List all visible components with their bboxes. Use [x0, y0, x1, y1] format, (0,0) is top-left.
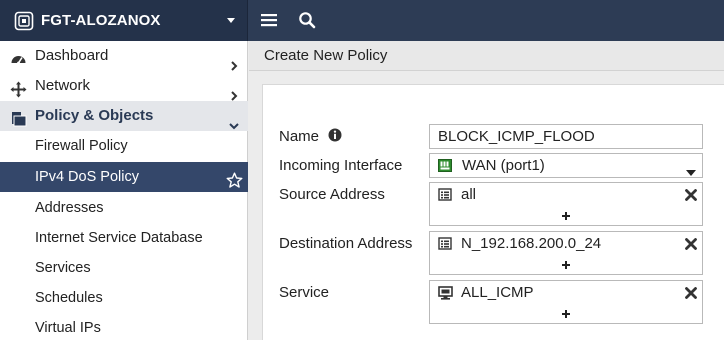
source-address-label: Source Address — [279, 186, 385, 203]
content-header: Create New Policy — [249, 41, 724, 71]
hamburger-menu-icon[interactable] — [261, 12, 277, 28]
address-object-icon — [438, 188, 453, 202]
sidebar-subitem-addresses[interactable]: Addresses — [0, 193, 248, 223]
destination-address-value: N_192.168.200.0_24 — [461, 235, 602, 252]
sidebar-subitem-firewall-policy[interactable]: Firewall Policy — [0, 131, 248, 161]
remove-icon[interactable] — [685, 286, 697, 299]
search-icon[interactable] — [298, 11, 316, 29]
info-icon[interactable] — [328, 128, 342, 142]
sidebar-subitem-schedules[interactable]: Schedules — [0, 283, 248, 313]
sidebar-item-label: Schedules — [35, 290, 103, 306]
incoming-interface-select[interactable]: WAN (port1) — [429, 153, 703, 178]
sidebar-item-label: IPv4 DoS Policy — [35, 169, 139, 185]
remove-icon[interactable] — [685, 237, 697, 250]
sidebar-subitem-services[interactable]: Services — [0, 253, 248, 283]
sidebar-item-label: Virtual IPs — [35, 320, 101, 336]
sidebar-subitem-ipv4-dos-policy[interactable]: IPv4 DoS Policy — [0, 162, 248, 192]
star-outline-icon[interactable] — [226, 169, 243, 188]
chevron-down-icon — [229, 111, 239, 130]
chevron-right-icon — [229, 51, 239, 71]
name-input-value: BLOCK_ICMP_FLOOD — [438, 128, 595, 145]
page-title: Create New Policy — [264, 47, 388, 64]
sidebar-item-label: Network — [35, 77, 91, 94]
service-label: Service — [279, 284, 330, 301]
sidebar: Dashboard Network Policy & Objects Firew… — [0, 41, 248, 340]
dashboard-icon — [10, 48, 27, 65]
chevron-down-icon[interactable] — [225, 13, 237, 27]
sidebar-item-dashboard[interactable]: Dashboard — [0, 41, 248, 71]
device-selector[interactable]: FGT-ALOZANOX — [0, 0, 248, 41]
add-icon[interactable] — [561, 306, 571, 318]
source-address-value: all — [461, 186, 477, 203]
incoming-interface-label: Incoming Interface — [279, 157, 403, 174]
sidebar-item-network[interactable]: Network — [0, 71, 248, 101]
fortigate-device-icon — [14, 11, 34, 31]
interface-port-icon — [438, 159, 452, 172]
name-label: Name — [279, 128, 320, 145]
add-icon[interactable] — [561, 257, 571, 269]
sidebar-subitem-virtual-ips[interactable]: Virtual IPs — [0, 313, 248, 340]
policy-objects-icon — [10, 108, 27, 127]
service-icon — [438, 286, 453, 300]
add-icon[interactable] — [561, 208, 571, 220]
source-address-field[interactable]: all — [429, 182, 703, 226]
sidebar-item-label: Dashboard — [35, 47, 109, 64]
address-object-icon — [438, 237, 453, 251]
chevron-right-icon — [229, 81, 239, 101]
chevron-down-icon — [686, 163, 696, 176]
device-name: FGT-ALOZANOX — [41, 12, 161, 29]
destination-address-label: Destination Address — [279, 235, 413, 252]
incoming-interface-value: WAN (port1) — [462, 157, 545, 174]
network-move-icon — [10, 78, 27, 98]
service-field[interactable]: ALL_ICMP — [429, 280, 703, 324]
sidebar-item-label: Addresses — [35, 200, 104, 216]
destination-address-field[interactable]: N_192.168.200.0_24 — [429, 231, 703, 275]
service-value: ALL_ICMP — [461, 284, 534, 301]
name-input[interactable]: BLOCK_ICMP_FLOOD — [429, 124, 703, 149]
sidebar-item-label: Policy & Objects — [35, 107, 154, 124]
sidebar-subitem-internet-service-database[interactable]: Internet Service Database — [0, 223, 248, 253]
sidebar-item-label: Firewall Policy — [35, 138, 128, 154]
sidebar-item-policy-objects[interactable]: Policy & Objects — [0, 101, 248, 131]
sidebar-item-label: Internet Service Database — [35, 230, 203, 246]
remove-icon[interactable] — [685, 188, 697, 201]
top-bar: FGT-ALOZANOX — [0, 0, 724, 41]
sidebar-item-label: Services — [35, 260, 91, 276]
